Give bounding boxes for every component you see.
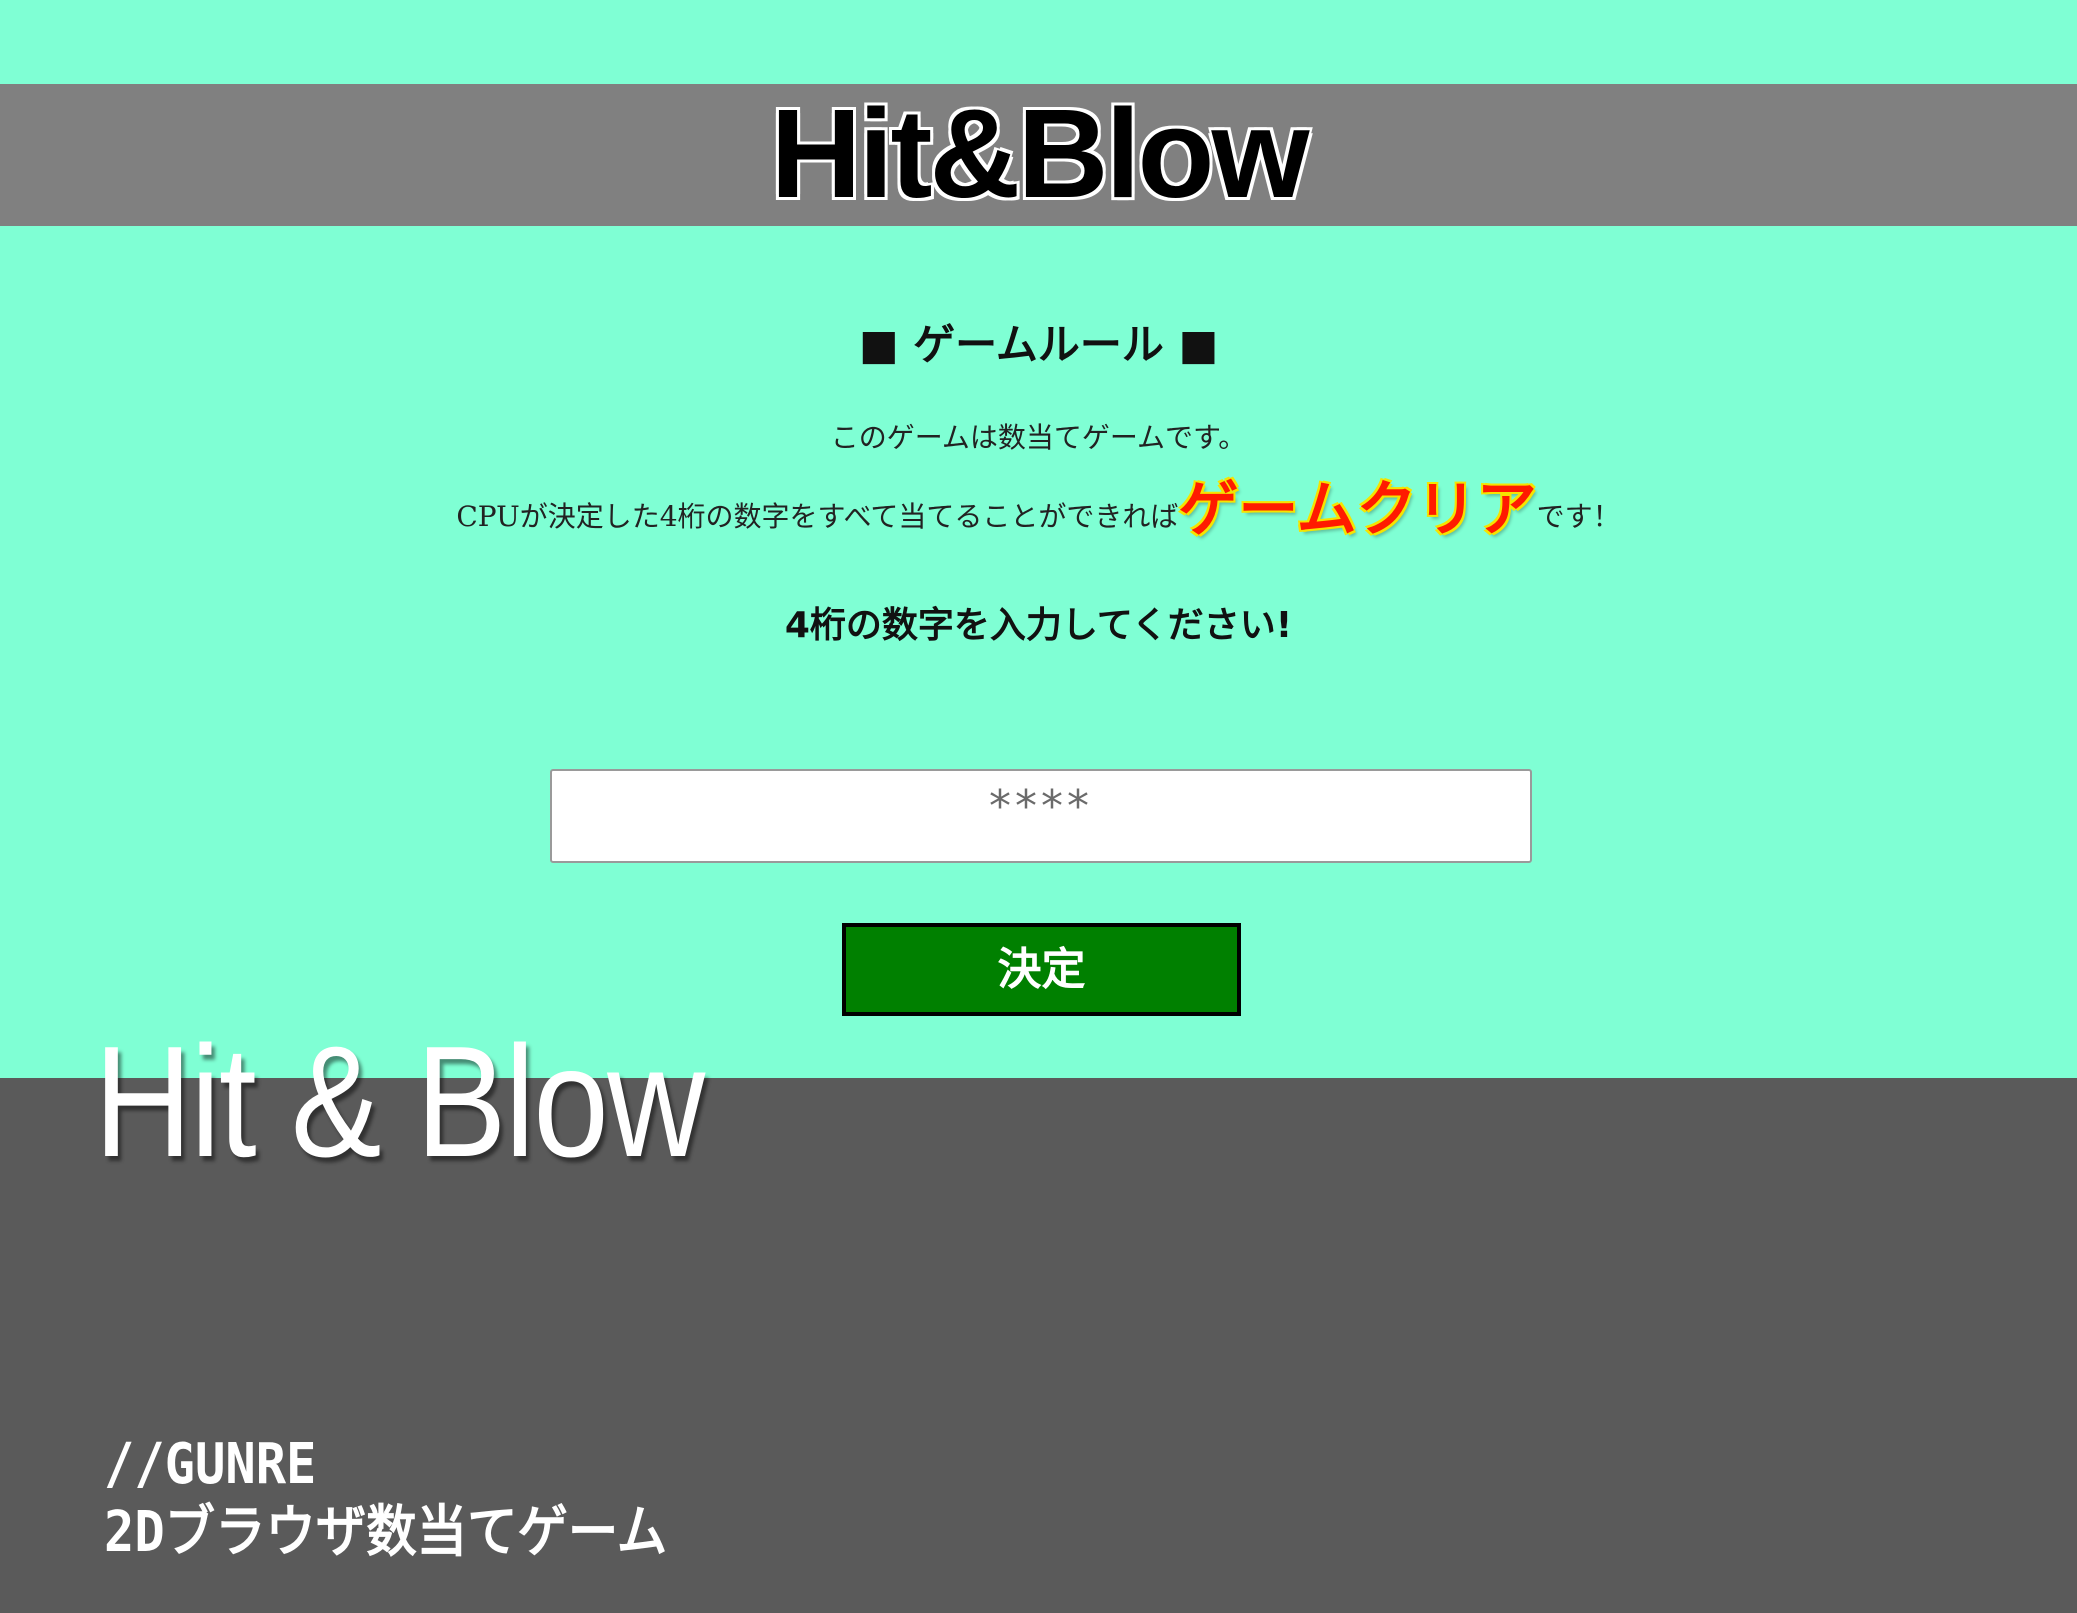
rule-description-line2: CPUが決定した4桁の数字をすべて当てることができればゲームクリアです！ (0, 470, 2077, 557)
rule-text-after: です！ (1536, 500, 1621, 533)
overlay-title: Hit & Blow (94, 1014, 705, 1190)
rules-heading: ■ ゲームルール ■ (858, 320, 1219, 369)
overlay-author: //GUNRE (104, 1432, 317, 1497)
game-clear-emphasis: ゲームクリア (1178, 475, 1537, 545)
submit-button[interactable]: 決定 (842, 923, 1241, 1016)
rule-text-before: CPUが決定した4桁の数字をすべて当てることができれば (456, 500, 1179, 533)
rule-description-line1: このゲームは数当てゲームです。 (830, 421, 1247, 454)
number-guess-input[interactable] (550, 769, 1532, 863)
input-prompt: 4桁の数字を入力してください! (784, 605, 1293, 646)
game-title: Hit&Blow (769, 83, 1311, 224)
overlay-subtitle: 2Dブラウザ数当てゲーム (104, 1500, 668, 1565)
